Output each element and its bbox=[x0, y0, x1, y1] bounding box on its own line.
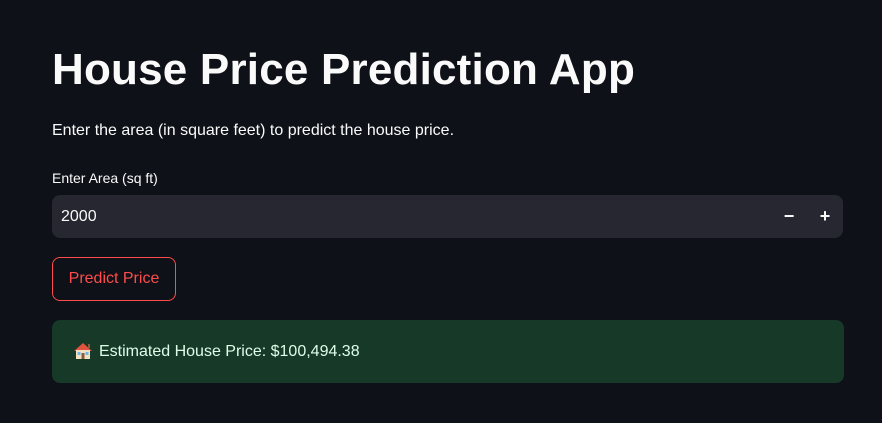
decrement-button[interactable]: − bbox=[773, 201, 805, 232]
result-alert: Estimated House Price: $100,494.38 bbox=[52, 320, 844, 383]
area-input[interactable] bbox=[52, 195, 752, 238]
area-input-label: Enter Area (sq ft) bbox=[52, 170, 158, 186]
result-text: Estimated House Price: $100,494.38 bbox=[99, 342, 360, 360]
house-icon bbox=[73, 342, 93, 360]
predict-price-button[interactable]: Predict Price bbox=[52, 257, 176, 301]
page-description: Enter the area (in square feet) to predi… bbox=[52, 122, 455, 139]
area-number-input: − + bbox=[52, 195, 843, 238]
app-container: House Price Prediction App Enter the are… bbox=[0, 0, 882, 423]
increment-button[interactable]: + bbox=[809, 201, 841, 232]
page-title: House Price Prediction App bbox=[52, 45, 636, 94]
